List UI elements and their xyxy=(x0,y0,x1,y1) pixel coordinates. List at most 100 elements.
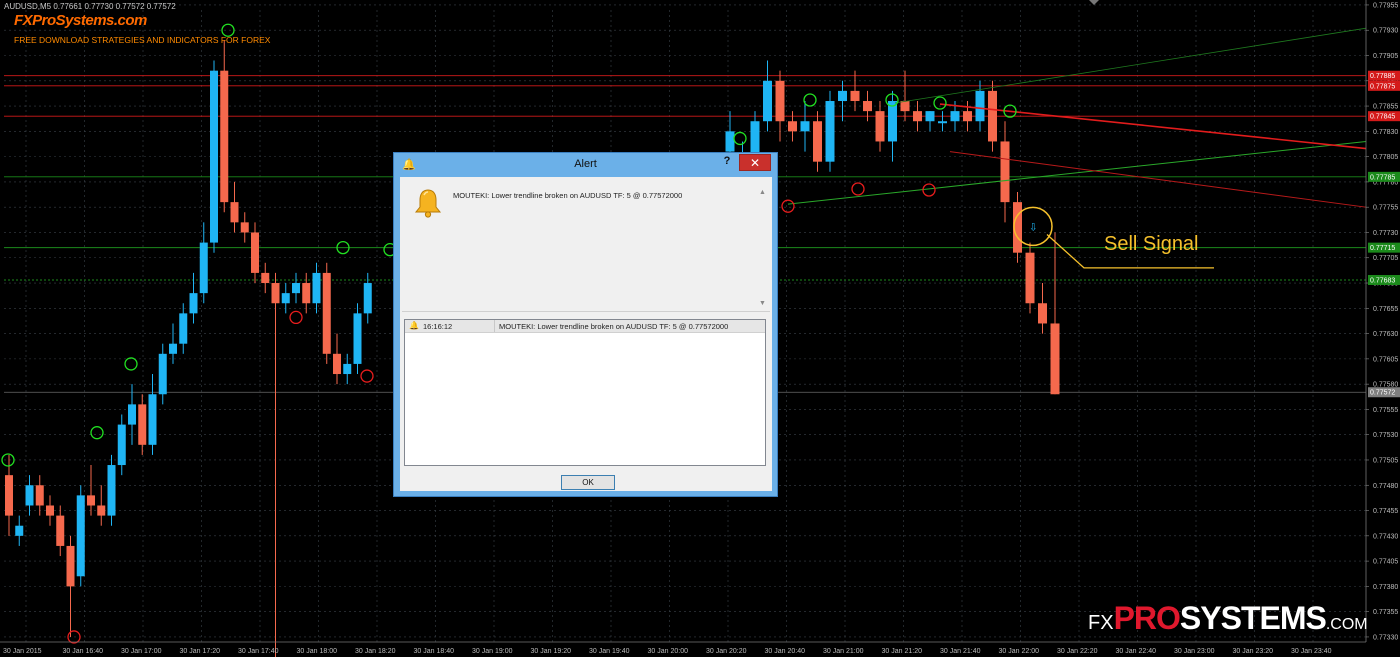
candle-body xyxy=(838,90,847,102)
candle-body xyxy=(117,424,126,466)
candle-body xyxy=(913,111,922,122)
price-tick-label: 0.77605 xyxy=(1373,356,1398,363)
alert-dialog[interactable]: 🔔 Alert ? ✕ MOUTEKI: Lower trendline bro… xyxy=(393,152,778,497)
candle-body xyxy=(975,90,985,122)
candle-body xyxy=(240,222,249,233)
candle-body xyxy=(261,272,270,284)
candle-body xyxy=(15,525,24,536)
watermark-systems: SYSTEMS xyxy=(1179,600,1327,636)
time-tick-label: 30 Jan 22:00 xyxy=(999,648,1040,655)
time-tick-label: 30 Jan 22:40 xyxy=(1116,648,1157,655)
message-scrollbar[interactable]: ▲ ▼ xyxy=(756,181,768,309)
candle-body xyxy=(230,202,239,223)
candle-body xyxy=(251,232,259,273)
brand-tagline: FREE DOWNLOAD STRATEGIES AND INDICATORS … xyxy=(14,35,271,45)
candle-body xyxy=(128,404,136,425)
alert-titlebar[interactable]: 🔔 Alert ? ✕ xyxy=(394,153,777,175)
candle-body xyxy=(353,313,362,364)
help-button[interactable]: ? xyxy=(717,155,737,171)
candle-body xyxy=(281,293,290,304)
price-tag-label: 0.77845 xyxy=(1370,114,1395,121)
price-tick-label: 0.77430 xyxy=(1373,533,1398,540)
candle-body xyxy=(1038,303,1047,324)
time-tick-label: 30 Jan 17:20 xyxy=(180,648,221,655)
candle-body xyxy=(271,283,280,304)
candle-body xyxy=(220,70,229,203)
price-tag-label: 0.77715 xyxy=(1370,245,1395,252)
candle-body xyxy=(87,495,95,506)
list-item-message: MOUTEKI: Lower trendline broken on AUDUS… xyxy=(499,322,729,331)
watermark-logo: FXPROSYSTEMS.COM xyxy=(1088,600,1368,637)
candle-body xyxy=(179,313,188,344)
candle-body xyxy=(925,111,935,122)
time-tick-label: 30 Jan 20:20 xyxy=(706,648,747,655)
candle-body xyxy=(1050,323,1060,395)
candle-body xyxy=(5,475,13,516)
scroll-up-icon[interactable]: ▲ xyxy=(759,189,766,196)
alert-message-area: MOUTEKI: Lower trendline broken on AUDUS… xyxy=(402,179,770,312)
candle-body xyxy=(46,505,54,516)
list-item-time-cell: 🔔 16:16:12 xyxy=(405,320,495,332)
time-tick-label: 30 Jan 18:20 xyxy=(355,648,396,655)
time-tick-label: 30 Jan 18:00 xyxy=(297,648,338,655)
price-tick-label: 0.77805 xyxy=(1373,154,1398,161)
candle-body xyxy=(775,80,785,122)
candle-body xyxy=(813,121,822,162)
bell-large-icon xyxy=(414,189,442,218)
price-tick-label: 0.77330 xyxy=(1373,634,1398,641)
price-tick-label: 0.77455 xyxy=(1373,508,1398,515)
price-tag-label: 0.77572 xyxy=(1370,390,1395,397)
price-tick-label: 0.77405 xyxy=(1373,559,1398,566)
time-tick-label: 30 Jan 21:00 xyxy=(823,648,864,655)
candle-body xyxy=(148,394,157,445)
brand-logo: FXProSystems.com xyxy=(14,12,147,29)
candle-body xyxy=(863,101,872,112)
list-item[interactable]: 🔔 16:16:12 MOUTEKI: Lower trendline brok… xyxy=(405,320,765,333)
price-tick-label: 0.77730 xyxy=(1373,230,1398,237)
time-tick-label: 30 Jan 20:00 xyxy=(648,648,689,655)
candle-body xyxy=(343,363,352,375)
close-button[interactable]: ✕ xyxy=(739,154,771,171)
candle-body xyxy=(107,465,116,516)
watermark-pro: PRO xyxy=(1113,600,1181,636)
candle-body xyxy=(963,111,972,122)
alert-log-list[interactable]: 🔔 16:16:12 MOUTEKI: Lower trendline brok… xyxy=(404,319,766,466)
sell-arrow-icon: ⇩ xyxy=(1029,222,1037,233)
time-tick-label: 30 Jan 21:40 xyxy=(940,648,981,655)
list-item-time: 16:16:12 xyxy=(423,322,453,331)
ok-button[interactable]: OK xyxy=(561,475,615,490)
candle-body xyxy=(763,80,772,122)
scroll-down-icon[interactable]: ▼ xyxy=(759,300,766,307)
time-tick-label: 30 Jan 18:40 xyxy=(414,648,455,655)
price-tag-label: 0.77885 xyxy=(1370,73,1395,80)
candle-body xyxy=(725,131,735,152)
candle-body xyxy=(825,101,835,162)
price-tick-label: 0.77480 xyxy=(1373,483,1398,490)
price-tick-label: 0.77355 xyxy=(1373,609,1398,616)
price-tick-label: 0.77705 xyxy=(1373,255,1398,262)
time-tick-label: 30 Jan 16:40 xyxy=(63,648,104,655)
time-tick-label: 30 Jan 23:20 xyxy=(1233,648,1274,655)
candle-body xyxy=(35,485,44,506)
watermark-com: .COM xyxy=(1325,616,1368,633)
candle-body xyxy=(888,101,897,142)
price-tick-label: 0.77530 xyxy=(1373,432,1398,439)
sell-signal-label: Sell Signal xyxy=(1104,233,1199,255)
time-tick-label: 30 Jan 21:20 xyxy=(882,648,923,655)
candle-body xyxy=(312,272,321,304)
price-tag-label: 0.77683 xyxy=(1370,277,1395,284)
watermark-fx: FX xyxy=(1088,612,1114,634)
candle-body xyxy=(97,505,106,516)
candle-body xyxy=(210,70,218,243)
time-tick-label: 30 Jan 22:20 xyxy=(1057,648,1098,655)
time-tick-label: 30 Jan 23:00 xyxy=(1174,648,1215,655)
price-tick-label: 0.77630 xyxy=(1373,331,1398,338)
price-tick-label: 0.77655 xyxy=(1373,306,1398,313)
candle-body xyxy=(138,404,147,445)
candle-body xyxy=(938,121,947,124)
candle-body xyxy=(199,242,208,294)
candle-body xyxy=(1025,252,1035,304)
candle-body xyxy=(66,545,75,587)
price-tick-label: 0.77555 xyxy=(1373,407,1398,414)
candle-body xyxy=(850,90,860,102)
